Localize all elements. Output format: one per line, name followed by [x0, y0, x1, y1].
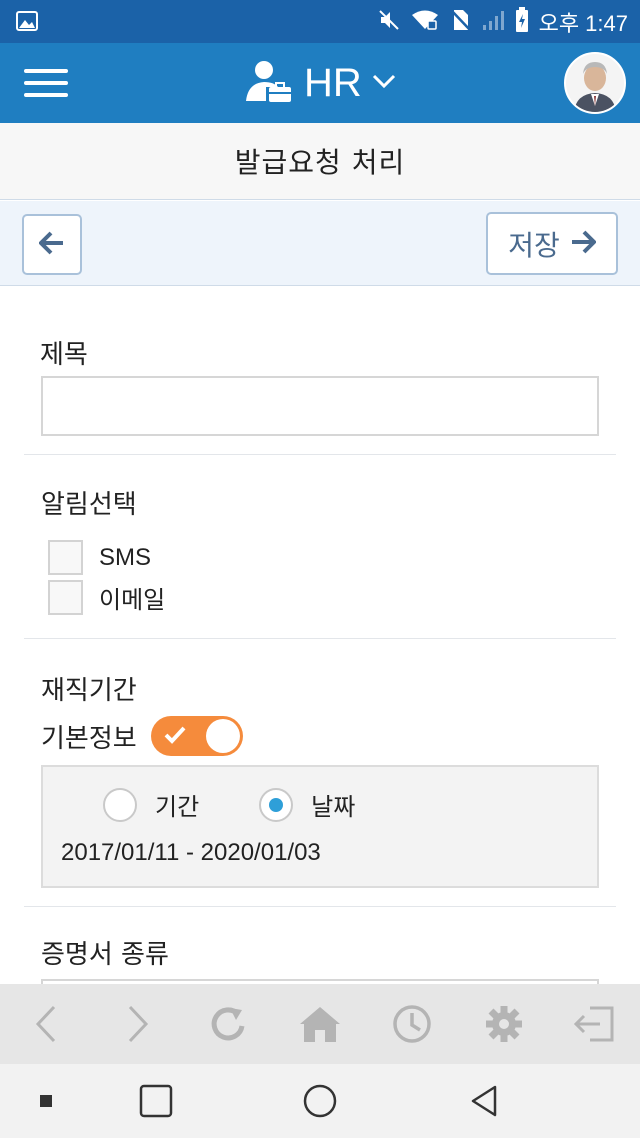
home-circle-icon[interactable]: [298, 1079, 342, 1123]
radio-date[interactable]: [259, 787, 294, 822]
radio-period-label: 기간: [155, 793, 200, 821]
radio-period[interactable]: [103, 787, 137, 822]
sms-option[interactable]: SMS: [48, 540, 151, 575]
browser-toolbar: [0, 984, 640, 1064]
period-box: 기간 날짜 2017/01/11 - 2020/01/03: [41, 765, 599, 888]
history-icon[interactable]: [388, 1000, 436, 1048]
basic-info-label: 기본정보: [41, 723, 137, 754]
logout-icon[interactable]: [570, 1000, 618, 1048]
divider: [24, 454, 616, 455]
home-icon[interactable]: [296, 1000, 344, 1048]
system-nav-bar: [0, 1064, 640, 1138]
status-icons: 오후 1:47: [377, 6, 628, 38]
divider: [24, 906, 616, 907]
basic-info-toggle[interactable]: [150, 716, 243, 756]
basic-info-row: 기본정보: [41, 716, 243, 756]
recents-icon[interactable]: [134, 1079, 178, 1123]
hr-person-icon: [244, 59, 294, 107]
wifi-icon: [411, 9, 439, 35]
arrow-left-icon: [38, 231, 65, 259]
settings-icon[interactable]: [480, 1000, 528, 1048]
employment-label: 재직기간: [41, 676, 137, 706]
divider: [24, 638, 616, 639]
date-range-value[interactable]: 2017/01/11 - 2020/01/03: [61, 839, 321, 867]
action-toolbar: 저장: [0, 201, 640, 286]
period-options: 기간 날짜: [103, 787, 415, 822]
email-option[interactable]: 이메일: [48, 580, 165, 615]
screen: 오후 1:47 HR 발급요청 처리 저장 제목 알림선택 SMS 이메일 재직…: [0, 0, 640, 1138]
mute-icon: [377, 8, 401, 36]
battery-icon: [515, 7, 529, 37]
user-avatar[interactable]: [564, 52, 626, 114]
save-button[interactable]: 저장: [486, 212, 618, 275]
app-name: HR: [304, 60, 362, 105]
refresh-icon[interactable]: [204, 1000, 252, 1048]
menu-dot-icon[interactable]: [24, 1079, 68, 1123]
form-content: 제목 알림선택 SMS 이메일 재직기간 기본정보 기간 날짜 2017/01/…: [0, 286, 640, 984]
email-checkbox[interactable]: [48, 580, 83, 615]
notify-label: 알림선택: [41, 490, 137, 520]
subject-label: 제목: [40, 340, 88, 370]
cert-type-label: 증명서 종류: [41, 940, 169, 970]
forward-icon[interactable]: [114, 1000, 162, 1048]
check-icon: [163, 725, 187, 749]
no-sim-icon: [449, 8, 471, 36]
radio-date-label: 날짜: [311, 793, 356, 821]
email-label: 이메일: [99, 587, 166, 614]
status-time: 오후 1:47: [538, 11, 628, 36]
back-button[interactable]: [22, 214, 82, 275]
page-title-bar: 발급요청 처리: [0, 123, 640, 200]
sms-label: SMS: [99, 543, 152, 571]
arrow-right-icon: [570, 230, 597, 258]
save-button-label: 저장: [508, 228, 560, 262]
image-icon: [16, 10, 38, 36]
status-bar: 오후 1:47: [0, 0, 640, 43]
signal-icon: [481, 9, 505, 35]
back-triangle-icon[interactable]: [462, 1079, 506, 1123]
toggle-knob: [205, 719, 240, 753]
app-switcher[interactable]: HR: [244, 59, 396, 107]
back-icon[interactable]: [22, 1000, 70, 1048]
chevron-down-icon: [372, 73, 396, 93]
app-header: HR: [0, 43, 640, 123]
sms-checkbox[interactable]: [48, 540, 83, 575]
page-title: 발급요청 처리: [234, 146, 406, 179]
subject-input[interactable]: [41, 376, 599, 436]
hamburger-menu-icon[interactable]: [24, 69, 68, 97]
